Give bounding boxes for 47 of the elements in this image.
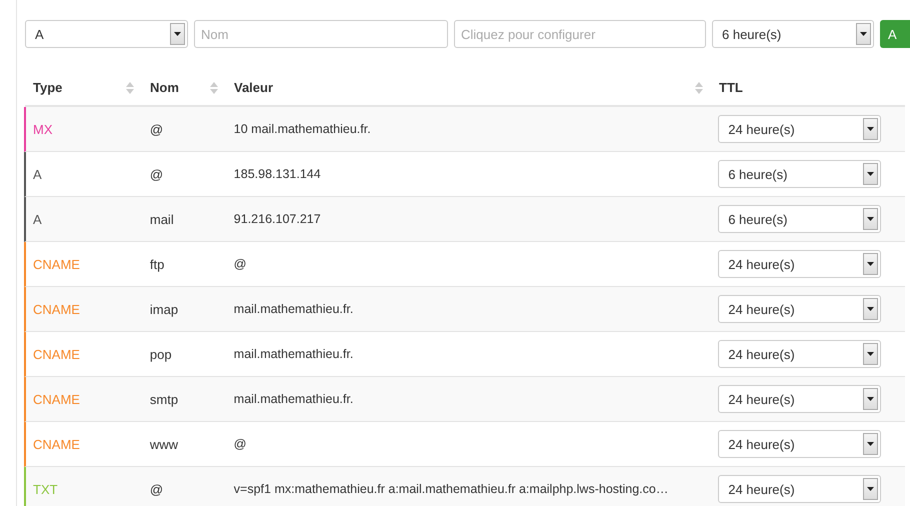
table-cell: mail.mathemathieu.fr. xyxy=(234,392,354,406)
ttl-select[interactable]: 24 heure(s) xyxy=(718,385,882,413)
table-cell: pop xyxy=(150,346,172,362)
table-cell: CNAME xyxy=(33,346,80,362)
table-cell: @ xyxy=(150,122,164,136)
ttl-select[interactable]: 24 heure(s) xyxy=(718,340,882,368)
ttl-select[interactable]: 24 heure(s) xyxy=(718,295,882,323)
name-field[interactable]: Nom xyxy=(194,20,448,48)
ttl-select[interactable]: 24 heure(s) xyxy=(718,475,882,503)
sort-icon[interactable] xyxy=(695,82,703,94)
table-cell: 185.98.131.144 xyxy=(234,167,321,181)
ttl-select[interactable]: 24 heure(s) xyxy=(718,430,882,458)
table-cell: CNAME xyxy=(33,392,80,406)
ttl-select[interactable]: 24 heure(s) xyxy=(718,115,882,143)
table-cell: smtp xyxy=(150,392,178,406)
ttl-select[interactable]: 6 heure(s) xyxy=(718,205,882,233)
column-header[interactable]: Nom xyxy=(150,80,179,95)
table-cell: v=spf1 mx:mathemathieu.fr a:mail.mathemathieu.fr a:mailphp.lws-hosting.co… xyxy=(234,482,668,496)
column-header[interactable]: TTL xyxy=(719,80,743,95)
type-select[interactable]: A xyxy=(25,20,188,48)
table-cell: @ xyxy=(234,257,246,271)
table-cell: CNAME xyxy=(33,302,80,316)
table-cell: @ xyxy=(150,482,164,496)
table-cell: CNAME xyxy=(33,436,80,452)
table-cell: MX xyxy=(33,122,52,136)
value-field[interactable]: Cliquez pour configurer xyxy=(454,20,706,48)
table-cell: A xyxy=(33,166,42,182)
column-header[interactable]: Type xyxy=(33,80,62,95)
table-cell: CNAME xyxy=(33,256,80,272)
table-cell: 10 mail.mathemathieu.fr. xyxy=(234,122,371,136)
table-cell: TXT xyxy=(33,482,58,496)
table-cell: mail.mathemathieu.fr. xyxy=(234,302,354,316)
table-cell: A xyxy=(33,212,42,226)
sort-icon[interactable] xyxy=(126,82,134,94)
table-cell: mail.mathemathieu.fr. xyxy=(234,347,354,361)
table-cell: mail xyxy=(150,212,174,226)
table-cell: 91.216.107.217 xyxy=(234,212,321,226)
ttl-select[interactable]: 24 heure(s) xyxy=(718,250,882,278)
table-cell: @ xyxy=(150,166,164,182)
table-cell: ftp xyxy=(150,256,164,272)
table-cell: @ xyxy=(234,437,246,451)
column-header[interactable]: Valeur xyxy=(234,80,274,95)
sort-icon[interactable] xyxy=(210,82,218,94)
ttl-select[interactable]: 6 heure(s) xyxy=(712,20,874,48)
table-cell: www xyxy=(150,436,178,452)
table-cell: imap xyxy=(150,302,178,316)
ttl-select[interactable]: 6 heure(s) xyxy=(718,160,882,188)
